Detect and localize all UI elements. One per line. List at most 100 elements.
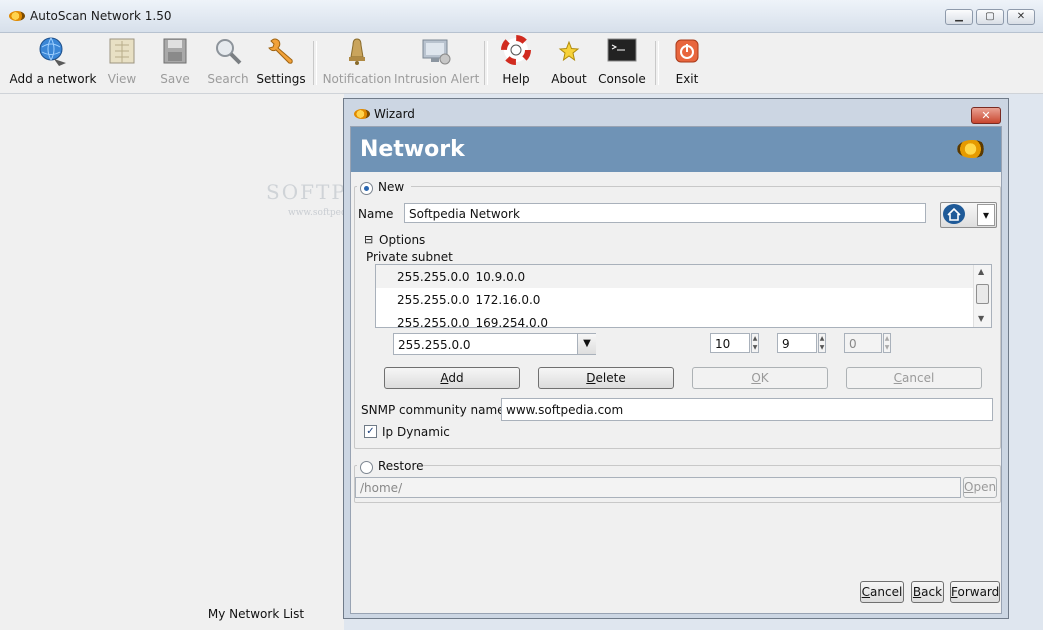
subnet-mask: 255.255.0.0	[397, 293, 470, 307]
new-option: New	[357, 180, 411, 195]
maximize-button[interactable]: ▢	[976, 9, 1004, 25]
restore-radio[interactable]	[360, 461, 373, 474]
wizard-cancel-button[interactable]: Cancel	[860, 581, 904, 603]
intrusion-alert-button[interactable]: Intrusion Alert	[394, 35, 480, 86]
save-button[interactable]: Save	[153, 35, 197, 86]
subnet-row[interactable]: 255.255.0.0 10.9.0.0	[397, 270, 525, 284]
octet2-input[interactable]: 9	[777, 333, 817, 353]
wizard-forward-button[interactable]: Forward	[950, 581, 1000, 603]
scroll-down-arrow[interactable]: ▼	[978, 314, 984, 323]
lifebuoy-icon	[500, 35, 532, 67]
globe-add-icon	[37, 35, 69, 67]
octet1-spinner[interactable]: ▲ ▼	[751, 333, 759, 353]
name-label: Name	[358, 207, 394, 221]
save-label: Save	[160, 72, 190, 86]
icon-dropdown-arrow[interactable]: ▾	[977, 204, 995, 226]
bell-icon	[341, 35, 373, 67]
snmp-label: SNMP community name :	[361, 403, 513, 417]
mask-dropdown-arrow[interactable]: ▼	[577, 334, 596, 354]
subnet-network: 169.254.0.0	[475, 316, 549, 328]
subnet-list-scrollbar[interactable]: ▲ ▼	[973, 265, 991, 327]
house-icon	[943, 204, 965, 224]
octet1-input[interactable]: 10	[710, 333, 750, 353]
add-network-label: Add a network	[9, 72, 97, 86]
toolbar-separator	[655, 41, 659, 85]
octet3-input[interactable]: 0	[844, 333, 882, 353]
search-label: Search	[207, 72, 249, 86]
title-bar: AutoScan Network 1.50 ▁ ▢ ✕	[0, 0, 1043, 33]
magnifier-icon	[212, 35, 244, 67]
toolbar: Add a network View Save Search Settings …	[0, 33, 1043, 94]
eye-logo-icon	[957, 140, 987, 158]
window-title: AutoScan Network 1.50	[30, 9, 172, 23]
about-label: About	[551, 72, 587, 86]
monitor-alert-icon	[420, 35, 452, 67]
wizard-title: Wizard	[374, 107, 415, 121]
octet2-spinner[interactable]: ▲ ▼	[818, 333, 826, 353]
add-subnet-button[interactable]: Add	[384, 367, 520, 389]
notification-button[interactable]: Notification	[322, 35, 392, 86]
console-button[interactable]: Console	[598, 35, 646, 86]
view-label: View	[107, 72, 137, 86]
intrusion-alert-label: Intrusion Alert	[394, 72, 480, 86]
open-button[interactable]: Open	[963, 477, 997, 498]
scroll-thumb[interactable]	[976, 284, 989, 304]
subnet-mask: 255.255.0.0	[397, 316, 470, 328]
floppy-disk-icon	[159, 35, 191, 67]
subnet-network: 172.16.0.0	[475, 293, 541, 307]
options-label: Options	[379, 233, 426, 247]
subnet-network: 10.9.0.0	[475, 270, 526, 284]
ip-dynamic-label: Ip Dynamic	[382, 425, 450, 439]
new-label: New	[378, 180, 405, 194]
help-label: Help	[502, 72, 530, 86]
wizard-close-button[interactable]: ✕	[971, 107, 1001, 124]
terminal-icon	[606, 35, 638, 67]
cancel-subnet-button[interactable]: Cancel	[846, 367, 982, 389]
help-button[interactable]: Help	[496, 35, 536, 86]
network-name-input[interactable]: Softpedia Network	[404, 203, 926, 223]
wizard-eye-icon	[354, 109, 370, 119]
star-icon	[553, 35, 585, 67]
minimize-button[interactable]: ▁	[945, 9, 973, 25]
subnet-row[interactable]: 255.255.0.0 172.16.0.0	[397, 293, 540, 307]
scroll-up-arrow[interactable]: ▲	[978, 267, 984, 276]
ip-dynamic-checkbox[interactable]: ✓	[364, 425, 377, 438]
wrench-icon	[265, 35, 297, 67]
octet3-spinner[interactable]: ▲ ▼	[883, 333, 891, 353]
ok-subnet-button[interactable]: OK	[692, 367, 828, 389]
settings-label: Settings	[256, 72, 306, 86]
app-eye-icon	[9, 11, 25, 21]
power-icon	[671, 35, 703, 67]
subnet-mask: 255.255.0.0	[397, 270, 470, 284]
wizard-content: Network New Name Softpedia Network ▾ ⊟ O…	[350, 126, 1002, 614]
private-subnet-label: Private subnet	[366, 250, 453, 264]
console-label: Console	[598, 72, 646, 86]
options-collapse-toggle[interactable]: ⊟	[364, 233, 373, 246]
subnet-mask-select[interactable]: 255.255.0.0	[393, 333, 596, 355]
network-icon-selector[interactable]: ▾	[940, 202, 997, 228]
view-button[interactable]: View	[100, 35, 144, 86]
add-network-button[interactable]: Add a network	[8, 35, 98, 86]
exit-label: Exit	[675, 72, 699, 86]
subnet-list[interactable]: 255.255.0.0 10.9.0.0 255.255.0.0 172.16.0.…	[375, 264, 992, 328]
about-button[interactable]: About	[549, 35, 589, 86]
banner-title: Network	[360, 137, 465, 162]
new-radio[interactable]	[360, 182, 373, 195]
toolbar-separator	[313, 41, 317, 85]
toolbar-separator	[484, 41, 488, 85]
view-icon	[106, 35, 138, 67]
settings-button[interactable]: Settings	[256, 35, 306, 86]
wizard-dialog: Wizard ✕ Network New Name Softpedia Netw…	[343, 98, 1009, 619]
snmp-community-input[interactable]: www.softpedia.com	[501, 398, 993, 421]
exit-button[interactable]: Exit	[667, 35, 707, 86]
search-button[interactable]: Search	[204, 35, 252, 86]
subnet-row[interactable]: 255.255.0.0 169.254.0.0	[397, 316, 549, 328]
restore-path-input[interactable]: /home/	[355, 477, 961, 498]
close-button[interactable]: ✕	[1007, 9, 1035, 25]
wizard-banner: Network	[351, 127, 1001, 172]
network-list-pane[interactable]	[0, 94, 344, 630]
wizard-back-button[interactable]: Back	[911, 581, 944, 603]
restore-option: Restore	[357, 459, 424, 474]
delete-subnet-button[interactable]: Delete	[538, 367, 674, 389]
notification-label: Notification	[322, 72, 392, 86]
